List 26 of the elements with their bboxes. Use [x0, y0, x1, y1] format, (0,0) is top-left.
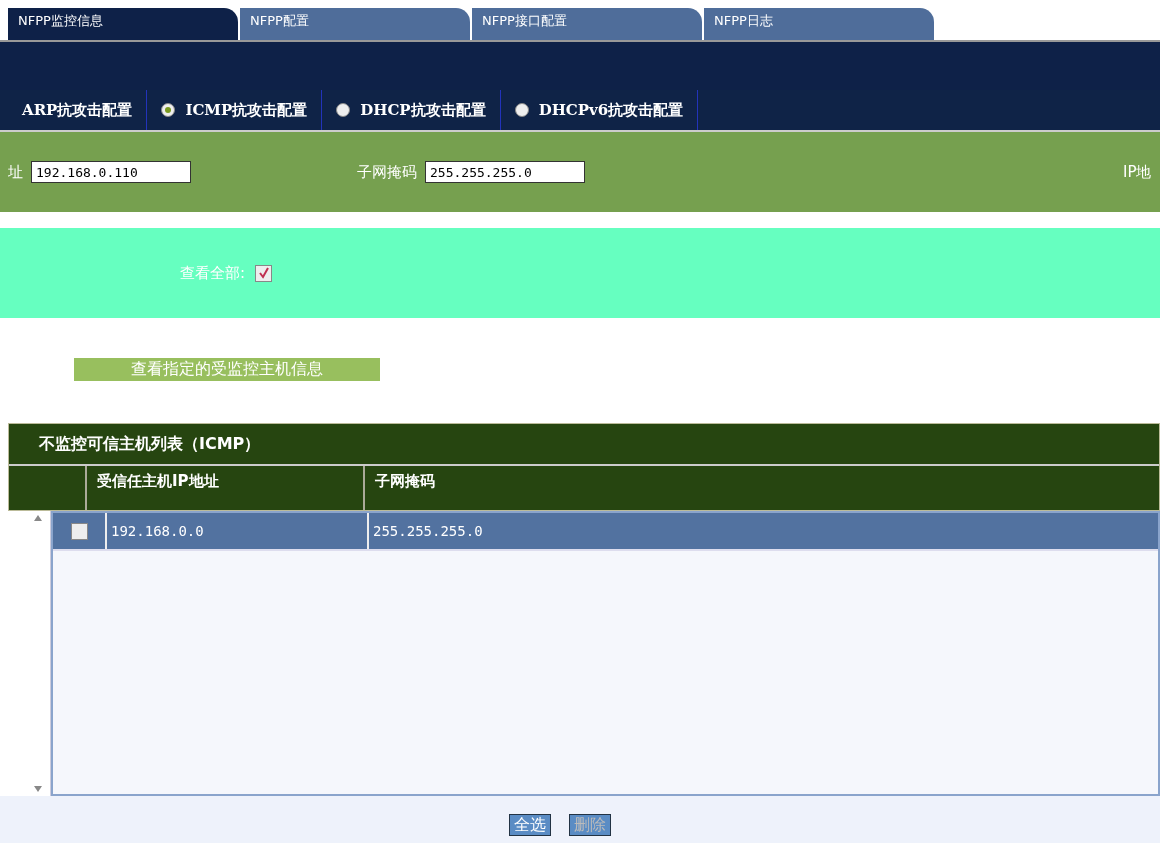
scroll-down-icon[interactable]	[33, 786, 42, 792]
table-row[interactable]: 192.168.0.0 255.255.255.0	[53, 513, 1158, 551]
attack-tab-label[interactable]: ICMP抗攻击配置	[185, 100, 308, 120]
radio-button[interactable]	[336, 103, 351, 117]
attack-tab-label[interactable]: DHCP抗攻击配置	[360, 100, 486, 120]
table-title: 不监控可信主机列表（ICMP）	[38, 432, 262, 455]
ip-label: IP地	[1123, 162, 1152, 182]
action-button[interactable]: 全选	[509, 814, 551, 836]
view-all-label: 查看全部:	[180, 263, 246, 283]
table-cell: 255.255.255.0	[367, 513, 973, 549]
radio-button[interactable]	[514, 103, 529, 117]
row-checkbox[interactable]	[70, 522, 88, 540]
nav-tab[interactable]: NFPP接口配置	[472, 8, 702, 40]
attack-tab-label[interactable]: ARP抗攻击配置	[22, 100, 133, 120]
mask-label: 子网掩码	[357, 162, 417, 182]
attack-tab-label[interactable]: DHCPv6抗攻击配置	[538, 100, 684, 120]
mask-field[interactable]: 255.255.255.0	[425, 161, 585, 183]
table-cell: 192.168.0.0	[105, 513, 367, 549]
ip-field[interactable]: 192.168.0.110	[31, 161, 191, 183]
radio-button[interactable]	[161, 103, 176, 117]
nav-tab[interactable]: NFPP配置	[240, 8, 470, 40]
view-all-checkbox[interactable]	[255, 264, 273, 282]
scroll-up-icon[interactable]	[33, 515, 42, 521]
nav-tab[interactable]: NFPP监控信息	[8, 8, 238, 40]
ip-label: 址	[8, 162, 23, 182]
nav-tab[interactable]: NFPP日志	[704, 8, 934, 40]
